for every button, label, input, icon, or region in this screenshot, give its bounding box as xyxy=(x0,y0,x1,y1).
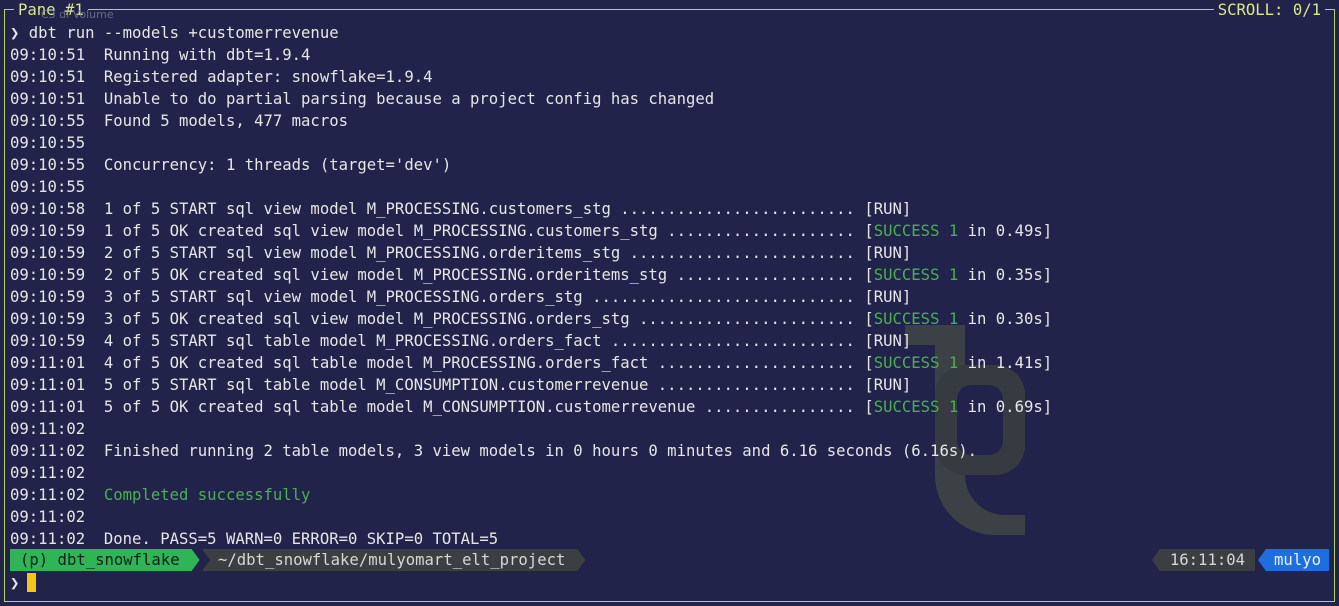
success-status: SUCCESS 1 xyxy=(873,354,959,372)
log-line: 09:11:01 5 of 5 START sql table model M_… xyxy=(10,374,1329,396)
log-line: 09:11:01 5 of 5 OK created sql table mod… xyxy=(10,398,1053,416)
log-line: 09:11:02 xyxy=(10,418,1329,440)
log-message: Completed successfully xyxy=(103,486,311,504)
pane-ghost-title: C3 di Volume xyxy=(41,8,114,21)
user-segment: mulyo xyxy=(1258,549,1329,571)
scroll-indicator: SCROLL: 0/1 xyxy=(1213,1,1325,19)
log-line: 09:10:59 4 of 5 START sql table model M_… xyxy=(10,330,1329,352)
log-timestamp: 09:11:02 xyxy=(10,420,86,438)
log-message: 2 of 5 START sql view model M_PROCESSING… xyxy=(103,244,865,262)
log-timestamp: 09:10:59 xyxy=(10,332,86,350)
prompt-symbol: ❯ xyxy=(10,24,20,42)
duration: in 0.49s] xyxy=(958,222,1053,240)
log-timestamp: 09:11:02 xyxy=(10,464,86,482)
log-line: 09:11:02 xyxy=(10,462,1329,484)
log-line: 09:11:02 Completed successfully xyxy=(10,484,1329,506)
log-line: 09:10:55 xyxy=(10,132,1329,154)
log-timestamp: 09:11:02 xyxy=(10,442,86,460)
success-status: SUCCESS 1 xyxy=(873,310,959,328)
command-text: dbt run --models +customerrevenue xyxy=(28,24,339,42)
log-message: Running with dbt=1.9.4 xyxy=(103,46,311,64)
log-timestamp: 09:10:51 xyxy=(10,90,86,108)
log-timestamp: 09:11:01 xyxy=(10,398,86,416)
log-line: 09:10:55 Concurrency: 1 threads (target=… xyxy=(10,154,1329,176)
path-segment: ~/dbt_snowflake/mulyomart_elt_project xyxy=(202,549,585,571)
log-timestamp: 09:10:59 xyxy=(10,244,86,262)
log-message: 5 of 5 OK created sql table model M_CONS… xyxy=(103,398,865,416)
log-timestamp: 09:10:59 xyxy=(10,288,86,306)
text-cursor xyxy=(27,573,37,592)
log-message: Found 5 models, 477 macros xyxy=(103,112,348,130)
log-line: 09:11:01 4 of 5 OK created sql table mod… xyxy=(10,354,1053,372)
log-message: Finished running 2 table models, 3 view … xyxy=(103,442,977,460)
run-tag: [RUN] xyxy=(864,200,912,218)
log-timestamp: 09:11:02 xyxy=(10,508,86,526)
log-timestamp: 09:10:58 xyxy=(10,200,86,218)
log-line: 09:10:59 2 of 5 OK created sql view mode… xyxy=(10,266,1053,284)
success-status: SUCCESS 1 xyxy=(873,266,959,284)
env-segment: (p) dbt_snowflake xyxy=(10,549,200,571)
log-line: 09:11:02 Finished running 2 table models… xyxy=(10,440,1329,462)
run-tag: [RUN] xyxy=(864,332,912,350)
duration: in 0.30s] xyxy=(958,310,1053,328)
log-message: 3 of 5 START sql view model M_PROCESSING… xyxy=(103,288,865,306)
log-timestamp: 09:10:59 xyxy=(10,310,86,328)
log-message: 4 of 5 START sql table model M_PROCESSIN… xyxy=(103,332,865,350)
log-message: Registered adapter: snowflake=1.9.4 xyxy=(103,68,433,86)
log-line: 09:10:51 Unable to do partial parsing be… xyxy=(10,88,1329,110)
log-line: 09:10:59 3 of 5 START sql view model M_P… xyxy=(10,286,1329,308)
command-line: ❯ dbt run --models +customerrevenue xyxy=(10,22,1329,44)
log-message: Unable to do partial parsing because a p… xyxy=(103,90,715,108)
log-line: 09:11:02 Done. PASS=5 WARN=0 ERROR=0 SKI… xyxy=(10,528,1329,550)
log-message: 1 of 5 START sql view model M_PROCESSING… xyxy=(103,200,865,218)
log-line: 09:10:55 xyxy=(10,176,1329,198)
log-message: 5 of 5 START sql table model M_CONSUMPTI… xyxy=(103,376,865,394)
log-line: 09:10:59 3 of 5 OK created sql view mode… xyxy=(10,310,1053,328)
duration: in 1.41s] xyxy=(958,354,1053,372)
log-timestamp: 09:10:51 xyxy=(10,68,86,86)
log-timestamp: 09:10:59 xyxy=(10,266,86,284)
log-timestamp: 09:10:55 xyxy=(10,134,86,152)
log-line: 09:10:59 1 of 5 OK created sql view mode… xyxy=(10,222,1053,240)
run-tag: [RUN] xyxy=(864,376,912,394)
terminal-output: ❯ dbt run --models +customerrevenue 09:1… xyxy=(10,22,1329,550)
input-prompt-symbol: ❯ xyxy=(10,574,20,592)
log-timestamp: 09:11:02 xyxy=(10,486,86,504)
duration: in 0.69s] xyxy=(958,398,1053,416)
log-line: 09:10:51 Registered adapter: snowflake=1… xyxy=(10,66,1329,88)
log-line: 09:10:55 Found 5 models, 477 macros xyxy=(10,110,1329,132)
log-timestamp: 09:10:55 xyxy=(10,112,86,130)
log-message: 3 of 5 OK created sql view model M_PROCE… xyxy=(103,310,865,328)
input-line[interactable]: ❯ xyxy=(10,572,37,594)
log-timestamp: 09:11:01 xyxy=(10,354,86,372)
log-message: 1 of 5 OK created sql view model M_PROCE… xyxy=(103,222,865,240)
success-status: SUCCESS 1 xyxy=(873,398,959,416)
log-line: 09:10:58 1 of 5 START sql view model M_P… xyxy=(10,198,1329,220)
log-timestamp: 09:11:02 xyxy=(10,530,86,548)
log-line: 09:10:51 Running with dbt=1.9.4 xyxy=(10,44,1329,66)
log-timestamp: 09:11:01 xyxy=(10,376,86,394)
log-message: 4 of 5 OK created sql table model M_PROC… xyxy=(103,354,865,372)
log-message: Done. PASS=5 WARN=0 ERROR=0 SKIP=0 TOTAL… xyxy=(103,530,499,548)
log-message: Concurrency: 1 threads (target='dev') xyxy=(103,156,452,174)
time-segment: 16:11:04 xyxy=(1151,549,1255,571)
log-message: 2 of 5 OK created sql view model M_PROCE… xyxy=(103,266,865,284)
log-timestamp: 09:10:51 xyxy=(10,46,86,64)
log-timestamp: 09:10:55 xyxy=(10,156,86,174)
log-timestamp: 09:10:59 xyxy=(10,222,86,240)
run-tag: [RUN] xyxy=(864,288,912,306)
success-status: SUCCESS 1 xyxy=(873,222,959,240)
log-line: 09:11:02 xyxy=(10,506,1329,528)
run-tag: [RUN] xyxy=(864,244,912,262)
log-lines: 09:10:51 Running with dbt=1.9.4 09:10:51 … xyxy=(10,44,1329,550)
prompt-statusbar: (p) dbt_snowflake ~/dbt_snowflake/mulyom… xyxy=(10,549,1329,571)
log-line: 09:10:59 2 of 5 START sql view model M_P… xyxy=(10,242,1329,264)
log-timestamp: 09:10:55 xyxy=(10,178,86,196)
duration: in 0.35s] xyxy=(958,266,1053,284)
